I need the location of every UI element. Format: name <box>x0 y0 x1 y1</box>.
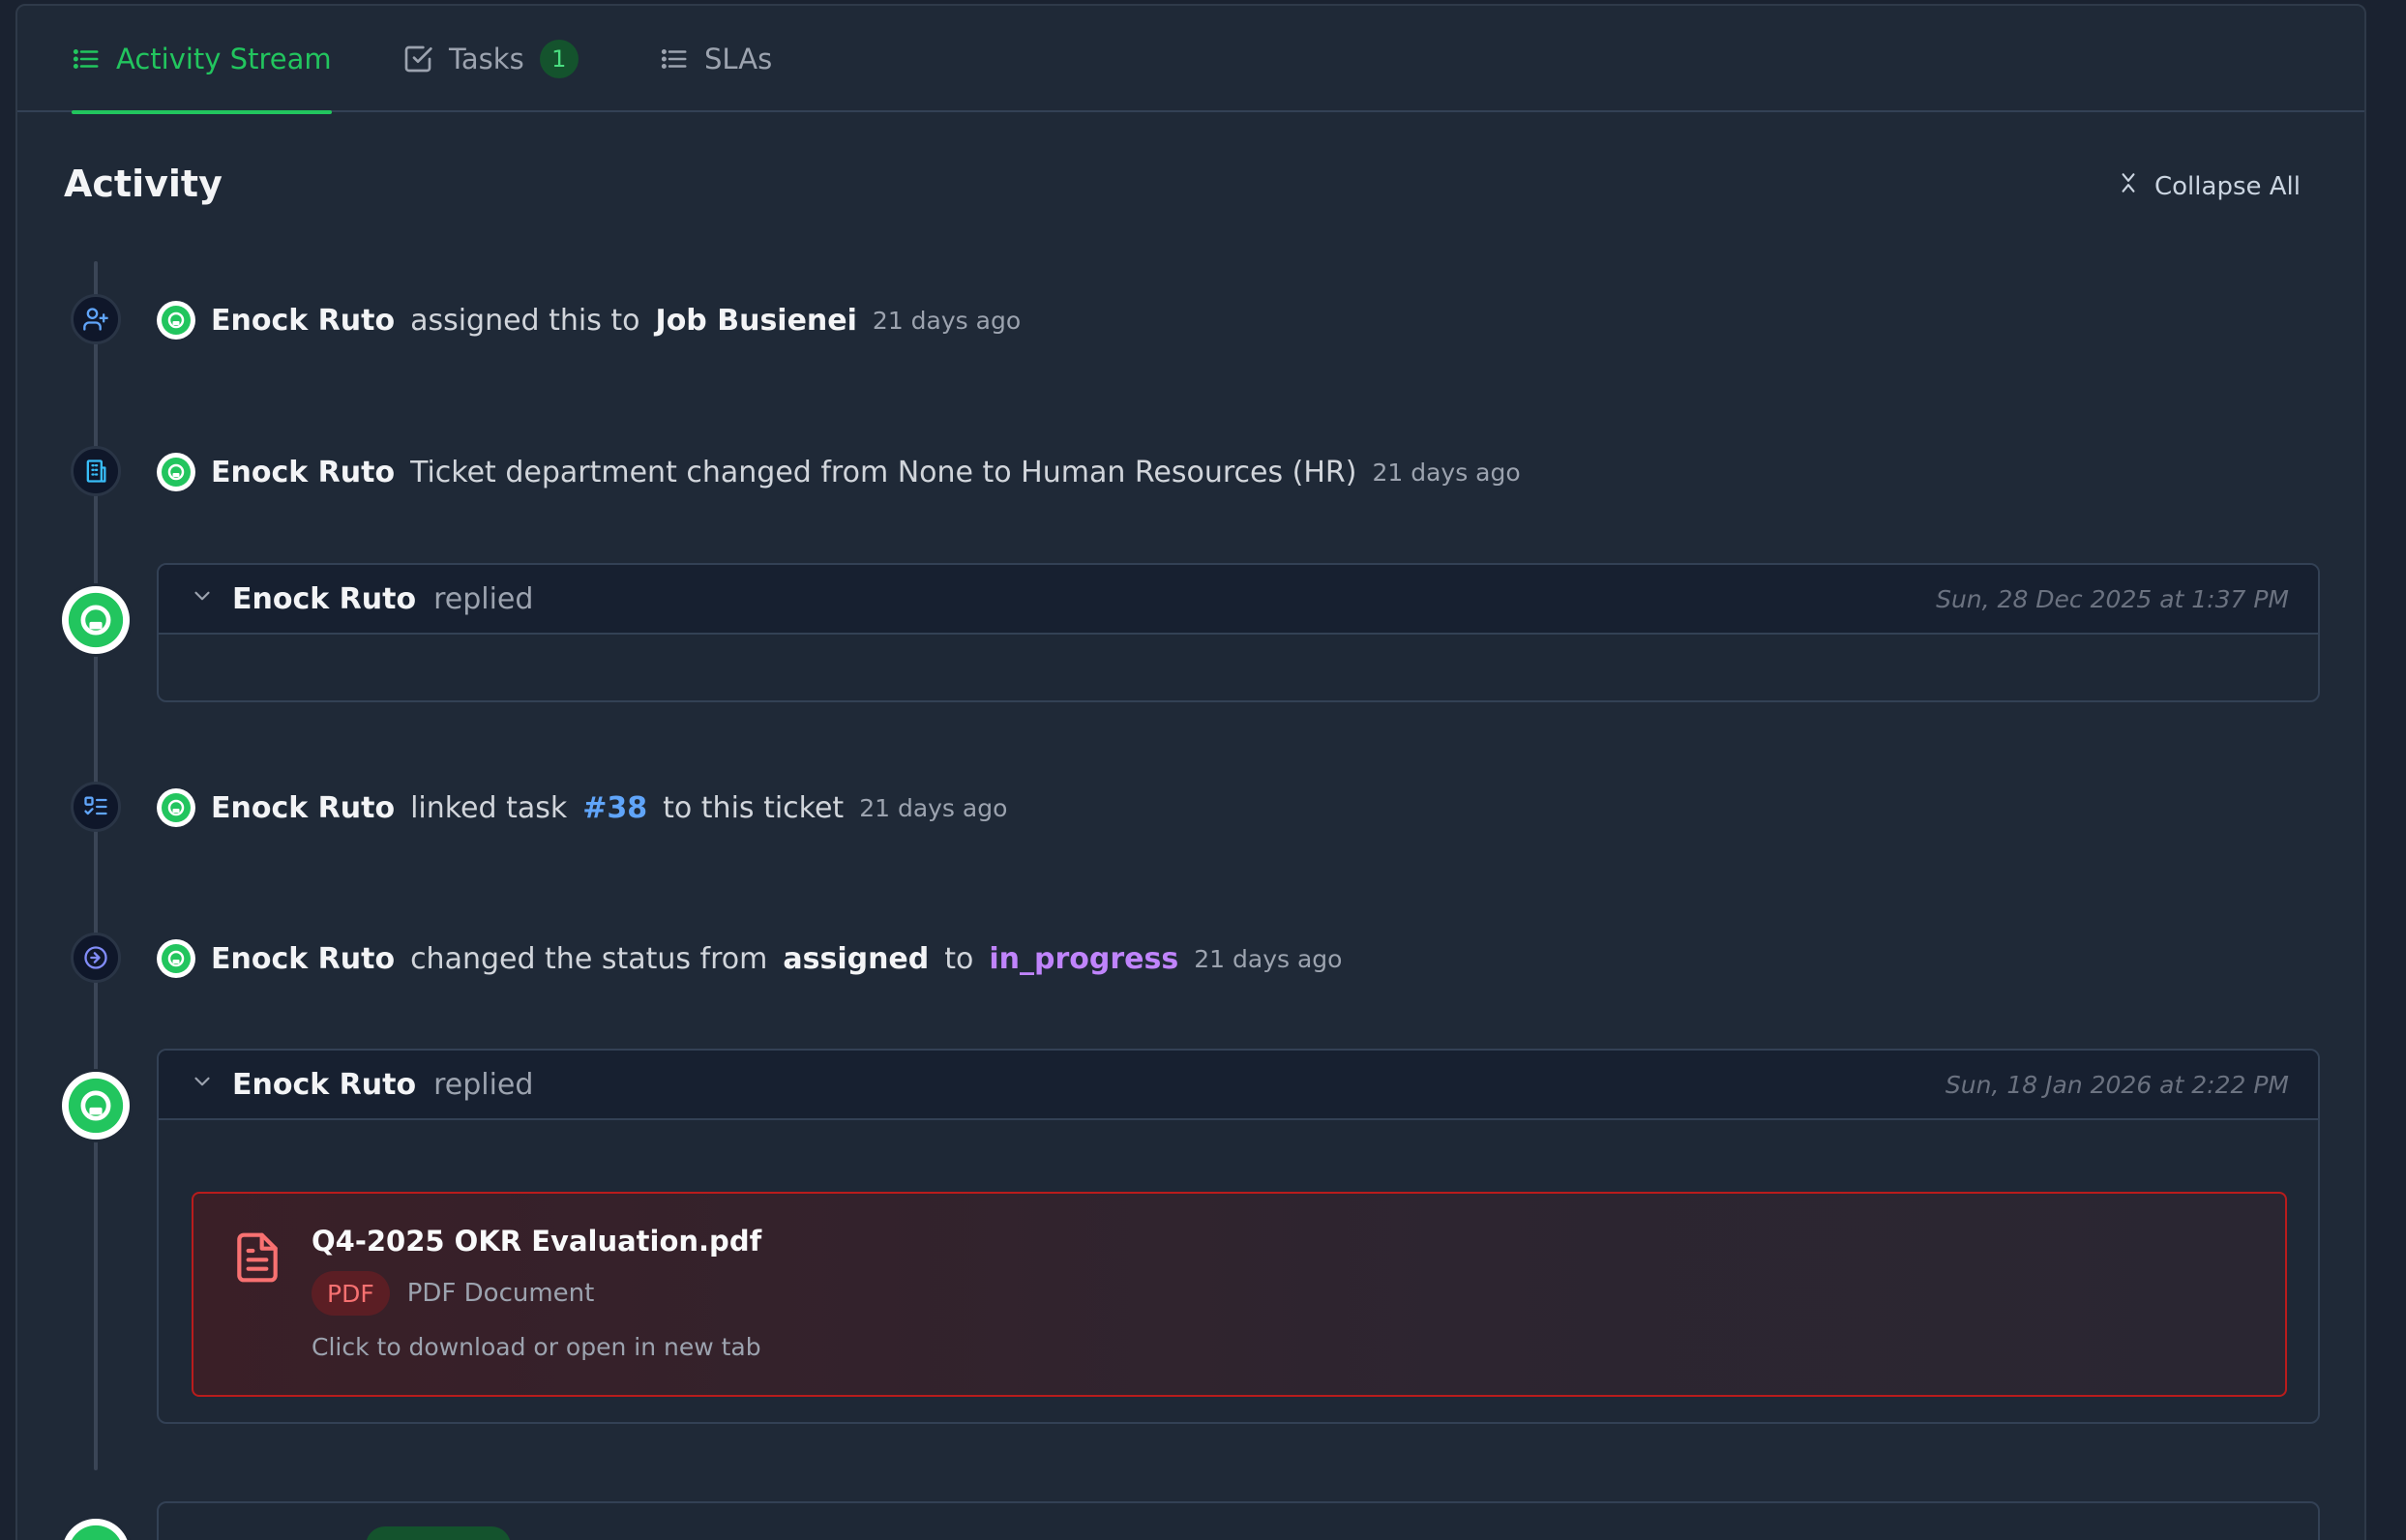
checkbox-icon <box>402 44 433 74</box>
avatar <box>62 586 130 654</box>
attachment-name: Q4-2025 OKR Evaluation.pdf <box>312 1225 762 1258</box>
actor-name[interactable]: Enock Ruto <box>232 1068 416 1102</box>
attachment-card[interactable]: Q4-2025 OKR Evaluation.pdf PDF PDF Docum… <box>192 1192 2287 1397</box>
tab-label: SLAs <box>704 43 773 75</box>
tab-activity-stream[interactable]: Activity Stream <box>72 6 332 114</box>
actor-name[interactable]: Enock Ruto <box>211 456 395 489</box>
activity-event-assign: Enock Ruto assigned this to Job Busienei… <box>157 296 1021 344</box>
avatar <box>157 301 195 340</box>
reply-verb: replied <box>433 581 534 616</box>
arrow-circle-icon <box>71 933 121 983</box>
task-list-icon <box>71 782 121 832</box>
actor-name[interactable]: Enock Ruto <box>211 304 395 338</box>
attachment-type-row: PDF PDF Document <box>312 1271 594 1316</box>
event-text: assigned this to <box>410 303 640 338</box>
tab-slas[interactable]: SLAs <box>660 6 772 112</box>
actor-name[interactable]: Enock Ruto <box>211 791 395 825</box>
assignee-name[interactable]: Job Busienei <box>656 304 857 338</box>
avatar <box>157 788 195 827</box>
activity-event-link-task: Enock Ruto linked task #38 to this ticke… <box>157 784 1007 832</box>
activity-event-status: Enock Ruto changed the status from assig… <box>157 934 1342 983</box>
building-icon <box>71 446 121 496</box>
tab-bar: Activity Stream Tasks 1 SLAs <box>17 6 2364 114</box>
reply-card: Enock Ruto replied Sun, 18 Jan 2026 at 2… <box>157 1049 2320 1424</box>
tasks-count-badge: 1 <box>539 40 579 78</box>
collapse-all-label: Collapse All <box>2154 171 2301 201</box>
event-time: 21 days ago <box>1194 944 1343 973</box>
list-icon <box>660 44 689 74</box>
task-link[interactable]: #38 <box>582 791 647 825</box>
event-to-word: to <box>944 941 974 976</box>
event-text-suffix: to this ticket <box>663 790 845 825</box>
collapse-icon <box>2116 170 2141 202</box>
file-type-badge: PDF <box>312 1271 390 1316</box>
event-text: Ticket department changed from None to H… <box>410 455 1357 489</box>
activity-event-department: Enock Ruto Ticket department changed fro… <box>157 448 1521 496</box>
event-time: 21 days ago <box>859 793 1008 822</box>
user-plus-icon <box>71 294 121 344</box>
timeline-line <box>94 261 98 1470</box>
status-from: assigned <box>783 941 930 976</box>
event-text: changed the status from <box>410 941 768 976</box>
avatar <box>157 939 195 978</box>
reply-card: Enock Ruto replied Sun, 28 Dec 2025 at 1… <box>157 563 2320 702</box>
event-text: linked task <box>410 790 568 825</box>
activity-panel: Activity Stream Tasks 1 SLAs Activity Co… <box>15 4 2366 1540</box>
reply-date: Sun, 28 Dec 2025 at 1:37 PM <box>1936 584 2289 613</box>
reply-header[interactable]: Enock Ruto replied Sun, 28 Dec 2025 at 1… <box>159 565 2318 635</box>
page-title: Activity <box>64 163 223 205</box>
avatar <box>62 1072 130 1140</box>
status-badge <box>366 1526 511 1540</box>
attachment-hint: Click to download or open in new tab <box>312 1333 761 1361</box>
event-time: 21 days ago <box>1372 458 1521 487</box>
actor-name[interactable]: Enock Ruto <box>211 942 395 976</box>
reply-date: Sun, 18 Jan 2026 at 2:22 PM <box>1945 1070 2289 1099</box>
avatar <box>157 453 195 491</box>
list-icon <box>72 44 101 74</box>
status-to: in_progress <box>989 941 1179 976</box>
tab-label: Activity Stream <box>116 43 332 75</box>
tab-label: Tasks <box>449 43 524 75</box>
event-time: 21 days ago <box>872 306 1022 335</box>
reply-card <box>157 1501 2320 1540</box>
chevron-down-icon[interactable] <box>190 582 215 616</box>
reply-header[interactable]: Enock Ruto replied Sun, 18 Jan 2026 at 2… <box>159 1051 2318 1120</box>
file-kind: PDF Document <box>406 1279 595 1308</box>
collapse-all-button[interactable]: Collapse All <box>2116 170 2301 202</box>
actor-name[interactable]: Enock Ruto <box>232 582 416 616</box>
file-text-icon <box>230 1227 284 1292</box>
reply-verb: replied <box>433 1067 534 1102</box>
tab-tasks[interactable]: Tasks 1 <box>402 6 579 112</box>
chevron-down-icon[interactable] <box>190 1068 215 1102</box>
avatar <box>62 1519 130 1540</box>
